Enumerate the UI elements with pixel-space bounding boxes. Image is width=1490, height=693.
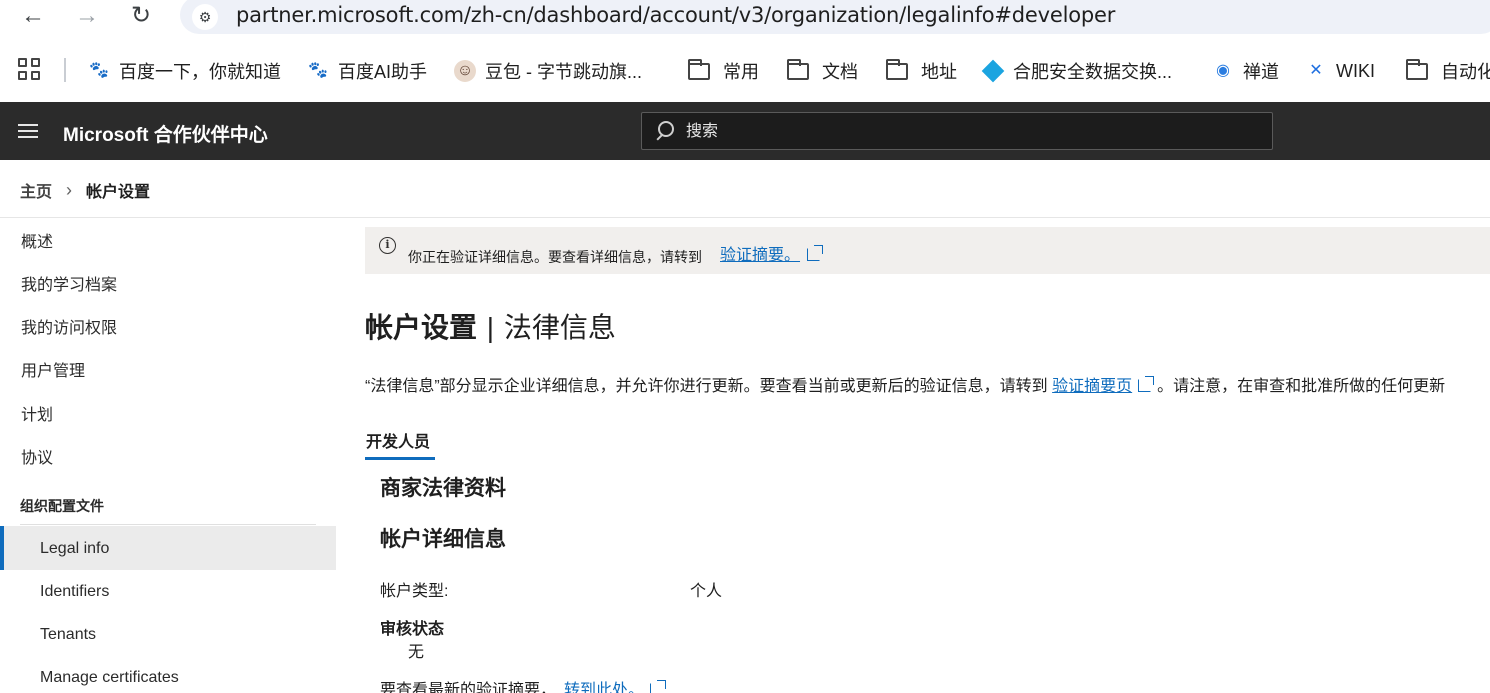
nav-group-org-profile: 组织配置文件 [20,498,104,514]
site-settings-icon[interactable]: ⚙ [192,4,218,30]
folder-icon [1406,58,1428,80]
bookmark-folder-docs[interactable]: 文档 [787,58,858,84]
external-link-icon [807,245,824,261]
tab-active-underline [365,457,435,460]
search-input[interactable] [686,121,1246,143]
bookmark-label: WIKI [1336,60,1375,81]
bookmarks-bar: 🐾 百度一下，你就知道 🐾 百度AI助手 ☺ 豆包 - 字节跳动旗... 常用 … [0,50,1490,92]
latest-summary-line: 要查看最新的验证摘要， 转到此处。 [380,676,669,693]
page-title-separator: | [486,312,495,343]
nav-item-tenants[interactable]: Tenants [40,626,96,644]
diamond-logo-icon [981,59,1005,83]
desc-text: “法律信息”部分显示企业详细信息，并允许你进行更新。要查看当前或更新后的验证信息… [365,378,1048,395]
tab-developer[interactable]: 开发人员 [366,428,430,452]
bookmark-folder-automation[interactable]: 自动化 [1406,58,1490,84]
account-type-value: 个人 [690,583,723,600]
browser-toolbar: ← → ↻ ⚙ partner.microsoft.com/zh-cn/dash… [0,0,1490,34]
bookmark-label: 禅道 [1243,62,1279,82]
info-icon: i [379,237,396,254]
nav-item-legal-info[interactable]: Legal info [40,540,109,558]
left-nav: 概述 我的学习档案 我的访问权限 用户管理 计划 协议 组织配置文件 Legal… [0,218,336,693]
verification-summary-page-link[interactable]: 验证摘要页 [1052,378,1132,395]
go-here-link[interactable]: 转到此处。 [564,682,644,693]
url-text[interactable]: partner.microsoft.com/zh-cn/dashboard/ac… [236,3,1115,27]
nav-item-overview[interactable]: 概述 [21,228,53,252]
nav-group-divider [20,524,316,525]
bookmark-label: 豆包 - 字节跳动旗... [485,62,642,82]
verification-summary-link[interactable]: 验证摘要。 [720,241,824,265]
hamburger-menu-icon[interactable] [18,124,38,138]
page-title-sub: 法律信息 [503,312,616,343]
bookmark-zentao[interactable]: ◉ 禅道 [1212,58,1279,84]
chevron-right-icon: › [66,179,73,200]
search-box[interactable] [641,112,1273,150]
bookmark-label: 文档 [822,62,858,82]
banner-text: 你正在验证详细信息。要查看详细信息，请转到 [408,249,702,265]
forward-arrow-icon[interactable]: → [72,2,102,30]
baidu-paw-icon: 🐾 [308,62,328,79]
nav-item-learning-profile[interactable]: 我的学习档案 [21,271,117,295]
bookmark-doubao[interactable]: ☺ 豆包 - 字节跳动旗... [454,58,642,84]
bookmark-folder-common[interactable]: 常用 [688,58,759,84]
folder-icon [886,58,908,80]
bookmark-baidu-ai[interactable]: 🐾 百度AI助手 [307,58,427,84]
search-icon [654,121,674,141]
info-banner: i 你正在验证详细信息。要查看详细信息，请转到 验证摘要。 [365,227,1490,274]
bookmark-label: 百度一下，你就知道 [119,62,281,82]
bookmark-label: 百度AI助手 [338,62,428,82]
nav-item-identifiers[interactable]: Identifiers [40,583,109,601]
zentao-logo-icon: ◉ [1216,62,1230,79]
bookmark-label: 合肥安全数据交换... [1013,62,1173,82]
banner-link-text: 验证摘要。 [720,247,801,264]
bookmark-folder-address[interactable]: 地址 [886,58,957,84]
breadcrumb: 主页 › 帐户设置 [20,178,150,202]
page-title-main: 帐户设置 [365,312,478,343]
nav-item-programs[interactable]: 计划 [21,401,53,425]
baidu-paw-icon: 🐾 [89,62,109,79]
breadcrumb-current: 帐户设置 [86,184,151,201]
section-title-account-details: 帐户详细信息 [380,528,506,551]
nav-item-manage-certificates[interactable]: Manage certificates [40,669,179,687]
reload-icon[interactable]: ↻ [126,2,156,30]
bookmark-hefei-exchange[interactable]: 合肥安全数据交换... [981,58,1173,84]
bookmark-label: 常用 [723,62,759,82]
address-bar[interactable]: ⚙ partner.microsoft.com/zh-cn/dashboard/… [180,0,1490,34]
bookmark-label: 自动化 [1441,62,1490,82]
nav-item-agreements[interactable]: 协议 [21,444,53,468]
review-status-value: 无 [408,644,425,661]
external-link-icon [650,680,667,693]
apps-grid-icon[interactable] [18,58,42,82]
back-arrow-icon[interactable]: ← [18,2,48,30]
nav-active-indicator [0,526,4,570]
bookmark-baidu[interactable]: 🐾 百度一下，你就知道 [88,58,281,84]
doubao-avatar-icon: ☺ [454,60,476,82]
bookmarks-separator [64,58,66,82]
app-header: Microsoft 合作伙伴中心 [0,102,1490,160]
nav-item-my-access[interactable]: 我的访问权限 [21,314,117,338]
page-title: 帐户设置 | 法律信息 [365,306,616,346]
latest-summary-text: 要查看最新的验证摘要， [380,682,557,693]
desc-text-after: 。请注意，在审查和批准所做的任何更新 [1157,378,1446,395]
external-link-icon [1138,376,1155,392]
account-type-label: 帐户类型: [380,583,449,600]
page-description: “法律信息”部分显示企业详细信息，并允许你进行更新。要查看当前或更新后的验证信息… [365,372,1445,396]
bookmark-label: 地址 [921,62,957,82]
nav-item-user-management[interactable]: 用户管理 [21,357,85,381]
folder-icon [688,58,710,80]
confluence-logo-icon: ✕ [1309,62,1323,79]
review-status-label: 审核状态 [380,621,445,638]
breadcrumb-home[interactable]: 主页 [20,178,52,202]
bookmark-wiki[interactable]: ✕ WIKI [1305,58,1375,84]
folder-icon [787,58,809,80]
app-title[interactable]: Microsoft 合作伙伴中心 [63,120,268,147]
section-title-legal-profile: 商家法律资料 [380,477,506,500]
